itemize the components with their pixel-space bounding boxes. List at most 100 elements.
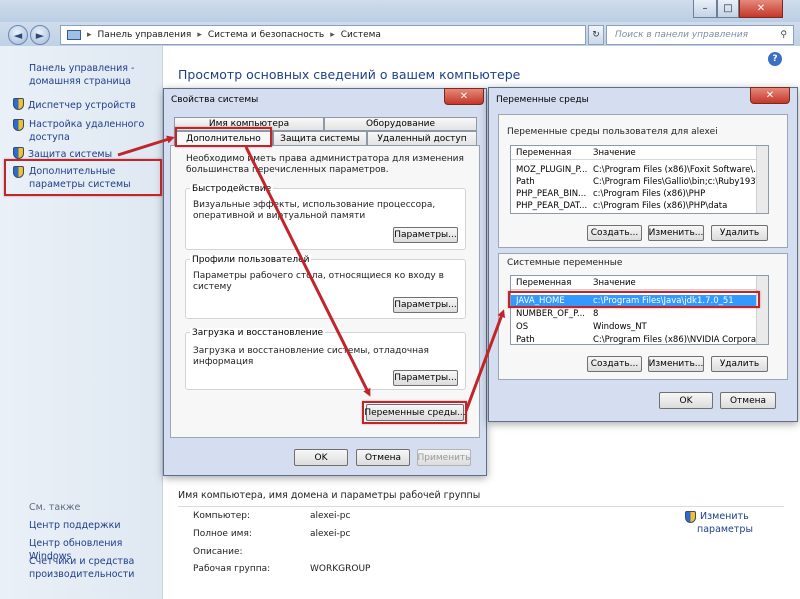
tab-system-protection[interactable]: Защита системы <box>273 131 367 146</box>
performance-settings-button[interactable]: Параметры... <box>393 227 458 243</box>
shield-icon <box>13 147 24 159</box>
envvars-cancel-button[interactable]: Отмена <box>720 392 776 409</box>
user-delete-button[interactable]: Удалить <box>711 225 768 241</box>
tab-remote[interactable]: Удаленный доступ <box>367 131 477 146</box>
workgroup-value: WORKGROUP <box>310 564 371 574</box>
search-placeholder: Поиск в панели управления <box>615 30 748 40</box>
breadcrumb-control-panel[interactable]: Панель управления <box>98 30 192 40</box>
address-bar[interactable]: ▸ Панель управления ▸ Система и безопасн… <box>60 25 586 45</box>
user-vars-list[interactable]: Переменная Значение MOZ_PLUGIN_P... C:\P… <box>510 145 769 214</box>
system-properties-title: Свойства системы <box>171 95 259 105</box>
envvars-ok-button[interactable]: OK <box>659 392 713 409</box>
workgroup-label: Рабочая группа: <box>193 564 271 574</box>
var-value: C:\Program Files (x86)\NVIDIA Corpora... <box>593 335 758 345</box>
table-row[interactable]: MOZ_PLUGIN_P... C:\Program Files (x86)\F… <box>511 164 758 176</box>
var-name: OS <box>516 322 529 332</box>
column-value[interactable]: Значение <box>593 148 636 158</box>
sysprops-ok-button[interactable]: OK <box>294 449 348 466</box>
user-edit-button[interactable]: Изменить... <box>648 225 704 241</box>
shield-icon <box>685 511 696 523</box>
breadcrumb-separator-icon: ▸ <box>330 30 335 40</box>
see-also-support-center[interactable]: Центр поддержки <box>29 519 159 532</box>
table-row[interactable]: Path C:\Program Files (x86)\NVIDIA Corpo… <box>511 334 758 345</box>
var-name: Path <box>516 335 535 345</box>
list-header: Переменная Значение <box>511 146 758 160</box>
table-row[interactable]: PHP_PEAR_DAT... c:\Program Files (x86)\P… <box>511 200 758 212</box>
sidebar-item-advanced-settings[interactable]: Дополнительные параметры системы <box>13 165 159 191</box>
system-vars-heading: Системные переменные <box>507 258 623 268</box>
system-properties-close-button[interactable]: ✕ <box>444 88 484 105</box>
breadcrumb-separator-icon: ▸ <box>197 30 202 40</box>
column-value[interactable]: Значение <box>593 278 636 288</box>
user-vars-scrollbar[interactable] <box>756 146 768 213</box>
table-row[interactable]: PHP_PEAR_BIN... c:\Program Files (x86)\P… <box>511 188 758 200</box>
system-delete-button[interactable]: Удалить <box>711 356 768 372</box>
table-row[interactable]: OS Windows_NT <box>511 321 758 333</box>
var-name: JAVA_HOME <box>516 296 565 306</box>
profiles-group-text: Параметры рабочего стола, относящиеся ко… <box>193 271 444 292</box>
var-value: C:\Program Files (x86)\Foxit Software\..… <box>593 165 758 175</box>
user-create-button[interactable]: Создать... <box>587 225 642 241</box>
sidebar-item-device-manager[interactable]: Диспетчер устройств <box>13 98 161 112</box>
change-settings-label: Изменить параметры <box>697 511 753 535</box>
change-settings-link[interactable]: Изменить параметры <box>685 510 755 536</box>
tab-hardware[interactable]: Оборудование <box>324 117 477 131</box>
sidebar-item-system-protection[interactable]: Защита системы <box>13 147 161 161</box>
system-vars-scrollbar[interactable] <box>756 276 768 344</box>
shield-icon <box>13 98 24 110</box>
performance-group-title: Быстродействие <box>190 184 274 194</box>
var-name: Path <box>516 177 535 187</box>
breadcrumb-system-security[interactable]: Система и безопасность <box>208 30 324 40</box>
profiles-settings-button[interactable]: Параметры... <box>393 297 458 313</box>
table-row-selected[interactable]: JAVA_HOME c:\Program Files\Java\jdk1.7.0… <box>511 295 758 307</box>
environment-variables-close-button[interactable]: ✕ <box>750 87 790 104</box>
see-also-performance[interactable]: Счетчики и средства производительности <box>29 555 139 581</box>
see-also-heading: См. также <box>29 502 81 513</box>
computer-section-title: Имя компьютера, имя домена и параметры р… <box>178 490 481 501</box>
list-header: Переменная Значение <box>511 276 758 290</box>
shield-icon <box>13 119 24 131</box>
fullname-value: alexei-pc <box>310 529 351 539</box>
minimize-button[interactable]: – <box>693 0 717 18</box>
var-value: c:\Program Files (x86)\PHP\data <box>593 201 728 211</box>
var-value: C:\Program Files\Gallio\bin;c:\Ruby193\.… <box>593 177 758 187</box>
sysprops-apply-button[interactable]: Применить <box>417 449 471 466</box>
tab-computer-name[interactable]: Имя компьютера <box>174 117 324 131</box>
environment-variables-button[interactable]: Переменные среды... <box>364 404 466 421</box>
table-row[interactable]: NUMBER_OF_P... 8 <box>511 308 758 320</box>
search-input[interactable]: Поиск в панели управления ⚲ <box>606 25 794 45</box>
computer-label: Компьютер: <box>193 511 250 521</box>
back-button[interactable]: ◄ <box>8 25 28 45</box>
maximize-button[interactable]: □ <box>717 0 739 18</box>
sidebar-item-remote-access[interactable]: Настройка удаленного доступа <box>13 118 161 144</box>
sidebar-item-label: Защита системы <box>28 149 113 160</box>
table-row[interactable]: Path C:\Program Files\Gallio\bin;c:\Ruby… <box>511 176 758 188</box>
control-panel-home-link[interactable]: Панель управления - домашняя страница <box>29 62 157 88</box>
help-icon[interactable]: ? <box>768 52 782 66</box>
control-panel-icon <box>67 30 81 40</box>
system-edit-button[interactable]: Изменить... <box>648 356 704 372</box>
sidebar-item-label: Дополнительные параметры системы <box>29 166 131 190</box>
var-value: Windows_NT <box>593 322 647 332</box>
var-value: 8 <box>593 309 599 319</box>
startup-settings-button[interactable]: Параметры... <box>393 370 458 386</box>
column-variable[interactable]: Переменная <box>516 278 571 288</box>
tab-advanced[interactable]: Дополнительно <box>174 131 273 146</box>
sidebar-item-label: Настройка удаленного доступа <box>29 119 145 143</box>
var-name: NUMBER_OF_P... <box>516 309 586 319</box>
user-vars-heading: Переменные среды пользователя для alexei <box>507 127 718 137</box>
fullname-label: Полное имя: <box>193 529 252 539</box>
system-create-button[interactable]: Создать... <box>587 356 642 372</box>
sysprops-cancel-button[interactable]: Отмена <box>356 449 410 466</box>
window-close-button[interactable]: ✕ <box>739 0 783 18</box>
breadcrumb-system[interactable]: Система <box>341 30 381 40</box>
system-vars-list[interactable]: Переменная Значение JAVA_HOME c:\Program… <box>510 275 769 345</box>
forward-button[interactable]: ► <box>30 25 50 45</box>
breadcrumb-separator-icon: ▸ <box>87 30 92 40</box>
refresh-icon[interactable]: ↻ <box>588 25 604 45</box>
column-variable[interactable]: Переменная <box>516 148 571 158</box>
performance-group-text: Визуальные эффекты, использование процес… <box>193 200 436 221</box>
admin-note: Необходимо иметь права администратора дл… <box>186 154 464 175</box>
page-title: Просмотр основных сведений о вашем компь… <box>178 67 521 82</box>
environment-variables-title: Переменные среды <box>496 95 589 105</box>
